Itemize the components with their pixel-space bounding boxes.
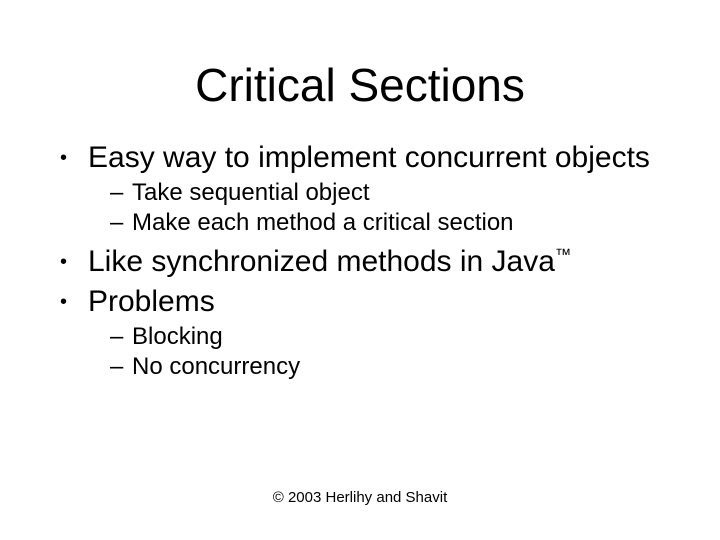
trademark-symbol: ™	[555, 246, 571, 264]
slide-title: Critical Sections	[60, 0, 660, 140]
sub-bullet-text: Make each method a critical section	[132, 209, 514, 236]
bullet-text: Problems	[88, 285, 215, 318]
bullet-item: Easy way to implement concurrent objects…	[60, 140, 660, 238]
bullet-list-level2: Blocking No concurrency	[110, 322, 660, 382]
sub-bullet-item: No concurrency	[110, 352, 660, 382]
slide-footer: © 2003 Herlihy and Shavit	[0, 489, 720, 506]
sub-bullet-text: Blocking	[132, 323, 223, 350]
bullet-text: Like synchronized methods in Java	[88, 245, 555, 278]
sub-bullet-text: Take sequential object	[132, 179, 370, 206]
bullet-list-level2: Take sequential object Make each method …	[110, 178, 660, 238]
bullet-text: Easy way to implement concurrent objects	[88, 141, 650, 174]
bullet-list-level1: Easy way to implement concurrent objects…	[60, 140, 660, 382]
slide: Critical Sections Easy way to implement …	[0, 0, 720, 540]
sub-bullet-text: No concurrency	[132, 353, 300, 380]
sub-bullet-item: Take sequential object	[110, 178, 660, 208]
bullet-item: Problems Blocking No concurrency	[60, 284, 660, 382]
sub-bullet-item: Make each method a critical section	[110, 208, 660, 238]
bullet-item: Like synchronized methods in Java™	[60, 244, 660, 280]
sub-bullet-item: Blocking	[110, 322, 660, 352]
